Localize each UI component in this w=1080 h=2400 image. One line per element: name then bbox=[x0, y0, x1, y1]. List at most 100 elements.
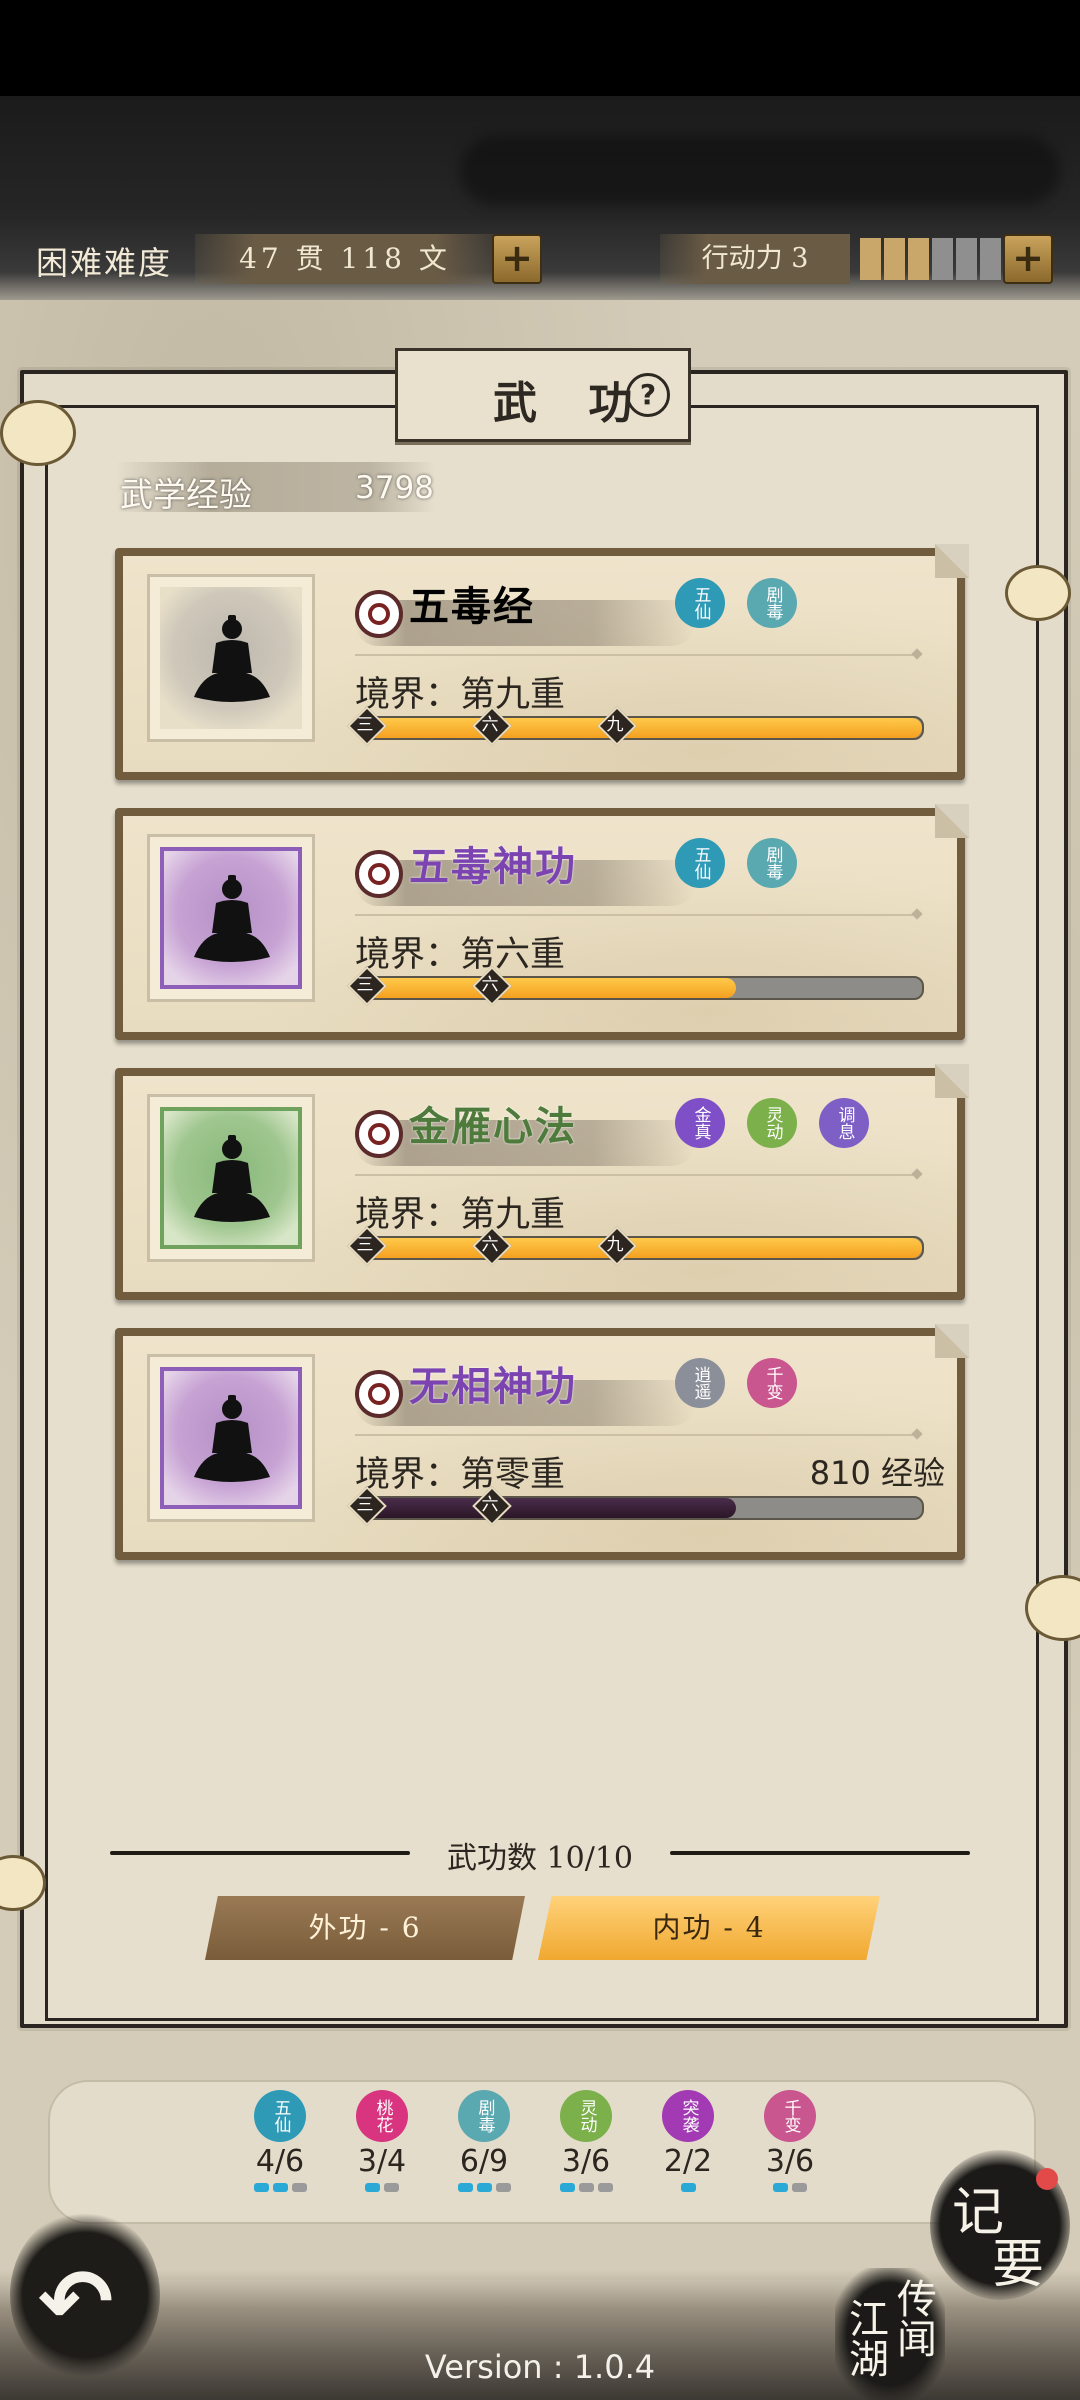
divider bbox=[355, 1434, 915, 1436]
realm-progress-bar bbox=[360, 976, 924, 1000]
trait-badge-icon: 逍遥 bbox=[675, 1358, 725, 1408]
stamina-cell bbox=[908, 238, 929, 280]
faction-tier-dots bbox=[347, 2183, 417, 2192]
faction-item[interactable]: 桃花 3/4 bbox=[347, 2090, 417, 2192]
money-display: 47 贯 118 文 bbox=[195, 234, 495, 284]
faction-tier-dots bbox=[653, 2183, 723, 2192]
divider bbox=[110, 1851, 410, 1855]
faction-item[interactable]: 千变 3/6 bbox=[755, 2090, 825, 2192]
faction-item[interactable]: 突袭 2/2 bbox=[653, 2090, 723, 2192]
skill-name: 无相神功 bbox=[409, 1363, 577, 1410]
page-corner-fold bbox=[935, 804, 969, 838]
internal-skill-icon bbox=[355, 1370, 403, 1418]
divider bbox=[355, 914, 915, 916]
skill-card[interactable]: 五毒神功 五仙 剧毒 境界：第六重三 六 bbox=[115, 804, 969, 1040]
skill-exp: 810 经验 bbox=[809, 1454, 945, 1492]
realm-progress-bar bbox=[360, 1236, 924, 1260]
faction-tier-dot bbox=[365, 2183, 380, 2192]
realm-milestone-label: 三 bbox=[356, 1235, 374, 1255]
meditating-figure-icon bbox=[182, 1391, 282, 1491]
status-bar bbox=[0, 0, 1080, 96]
hud-bar: 困难难度 47 贯 118 文 + 行动力 3 + bbox=[0, 230, 1080, 290]
page-corner-fold bbox=[935, 544, 969, 578]
version-text: Version : 1.0.4 bbox=[424, 2348, 656, 2386]
trait-badges: 五仙 剧毒 bbox=[675, 838, 797, 888]
faction-badge-icon: 突袭 bbox=[662, 2090, 714, 2142]
skill-count-row: 武功数 10/10 bbox=[110, 1833, 970, 1876]
trait-badges: 金真 灵动 调息 bbox=[675, 1098, 869, 1148]
faction-item[interactable]: 剧毒 6/9 bbox=[449, 2090, 519, 2192]
realm-milestone-label: 九 bbox=[606, 1235, 624, 1255]
skill-card[interactable]: 无相神功 逍遥 千变 境界：第零重 810 经验三 六 bbox=[115, 1324, 969, 1560]
skill-name: 五毒经 bbox=[409, 583, 535, 630]
back-arrow-icon: ↶ bbox=[38, 2250, 114, 2355]
stamina-label: 行动力 3 bbox=[660, 234, 850, 284]
faction-badge-icon: 千变 bbox=[764, 2090, 816, 2142]
faction-tier-dot bbox=[495, 2183, 511, 2192]
skill-portrait bbox=[147, 574, 315, 742]
realm-milestone-label: 三 bbox=[356, 1495, 374, 1515]
faction-count: 2/2 bbox=[663, 2144, 713, 2179]
faction-tier-dots bbox=[551, 2183, 621, 2192]
cloud-ornament-icon bbox=[0, 400, 76, 466]
faction-tier-dots bbox=[245, 2183, 315, 2192]
faction-badge-icon: 五仙 bbox=[254, 2090, 306, 2142]
faction-tier-dot bbox=[384, 2183, 399, 2192]
faction-tier-dot bbox=[559, 2183, 575, 2192]
meditating-figure-icon bbox=[182, 1131, 282, 1231]
stamina-cell bbox=[932, 238, 953, 280]
divider bbox=[355, 654, 915, 656]
faction-tier-dot bbox=[253, 2183, 269, 2192]
trait-badge-icon: 剧毒 bbox=[747, 838, 797, 888]
faction-tier-dot bbox=[457, 2183, 473, 2192]
rumors-label-2: 传闻 bbox=[890, 2278, 936, 2358]
add-stamina-button[interactable]: + bbox=[1003, 234, 1053, 284]
internal-skill-icon bbox=[355, 590, 403, 638]
realm-milestone-label: 六 bbox=[481, 715, 499, 735]
trait-badges: 逍遥 千变 bbox=[675, 1358, 797, 1408]
faction-tier-dot bbox=[680, 2183, 696, 2192]
martial-exp-value: 3798 bbox=[355, 470, 434, 506]
faction-item[interactable]: 灵动 3/6 bbox=[551, 2090, 621, 2192]
skill-card[interactable]: 金雁心法 金真 灵动 调息 境界：第九重三 六 九 bbox=[115, 1064, 969, 1300]
internal-skill-icon bbox=[355, 850, 403, 898]
faction-item[interactable]: 五仙 4/6 bbox=[245, 2090, 315, 2192]
meditating-figure-icon bbox=[182, 871, 282, 971]
trait-badge-icon: 五仙 bbox=[675, 838, 725, 888]
internal-skill-icon bbox=[355, 1110, 403, 1158]
realm-progress-fill bbox=[362, 1238, 922, 1258]
faction-badge-icon: 剧毒 bbox=[458, 2090, 510, 2142]
difficulty-label: 困难难度 bbox=[36, 244, 173, 282]
faction-tier-dot bbox=[272, 2183, 288, 2192]
skill-count: 武功数 10/10 bbox=[447, 1841, 633, 1876]
faction-count: 6/9 bbox=[459, 2144, 509, 2179]
add-money-button[interactable]: + bbox=[492, 234, 542, 284]
notification-dot bbox=[1036, 2168, 1058, 2190]
faction-tier-dot bbox=[773, 2183, 788, 2192]
skill-portrait bbox=[147, 834, 315, 1002]
realm-progress-fill bbox=[362, 718, 922, 738]
realm-progress-bar bbox=[360, 716, 924, 740]
stamina-cell bbox=[956, 238, 977, 280]
faction-count: 3/4 bbox=[357, 2144, 407, 2179]
trait-badges: 五仙 剧毒 bbox=[675, 578, 797, 628]
tab-external-skills[interactable]: 外功 - 6 bbox=[205, 1896, 525, 1960]
skill-card[interactable]: 五毒经 五仙 剧毒 境界：第九重三 六 九 bbox=[115, 544, 969, 780]
stamina-cell bbox=[980, 238, 1001, 280]
help-button[interactable]: ? bbox=[626, 373, 670, 417]
realm-milestone-label: 六 bbox=[481, 1235, 499, 1255]
trait-badge-icon: 灵动 bbox=[747, 1098, 797, 1148]
martial-exp-row: 武学经验 3798 bbox=[115, 462, 435, 514]
faction-count: 3/6 bbox=[561, 2144, 611, 2179]
faction-tier-dot bbox=[476, 2183, 492, 2192]
faction-tier-dots bbox=[755, 2183, 825, 2192]
tab-internal-skills[interactable]: 内功 - 4 bbox=[538, 1896, 880, 1960]
stamina-cell bbox=[860, 238, 881, 280]
page-corner-fold bbox=[935, 1324, 969, 1358]
notes-button[interactable]: 记 要 bbox=[930, 2150, 1070, 2300]
realm-milestone-label: 六 bbox=[481, 1495, 499, 1515]
panel-title-plaque: 武 功 ? bbox=[395, 348, 691, 442]
trait-badge-icon: 剧毒 bbox=[747, 578, 797, 628]
cloud-ornament-icon bbox=[1005, 565, 1071, 621]
trait-badge-icon: 千变 bbox=[747, 1358, 797, 1408]
